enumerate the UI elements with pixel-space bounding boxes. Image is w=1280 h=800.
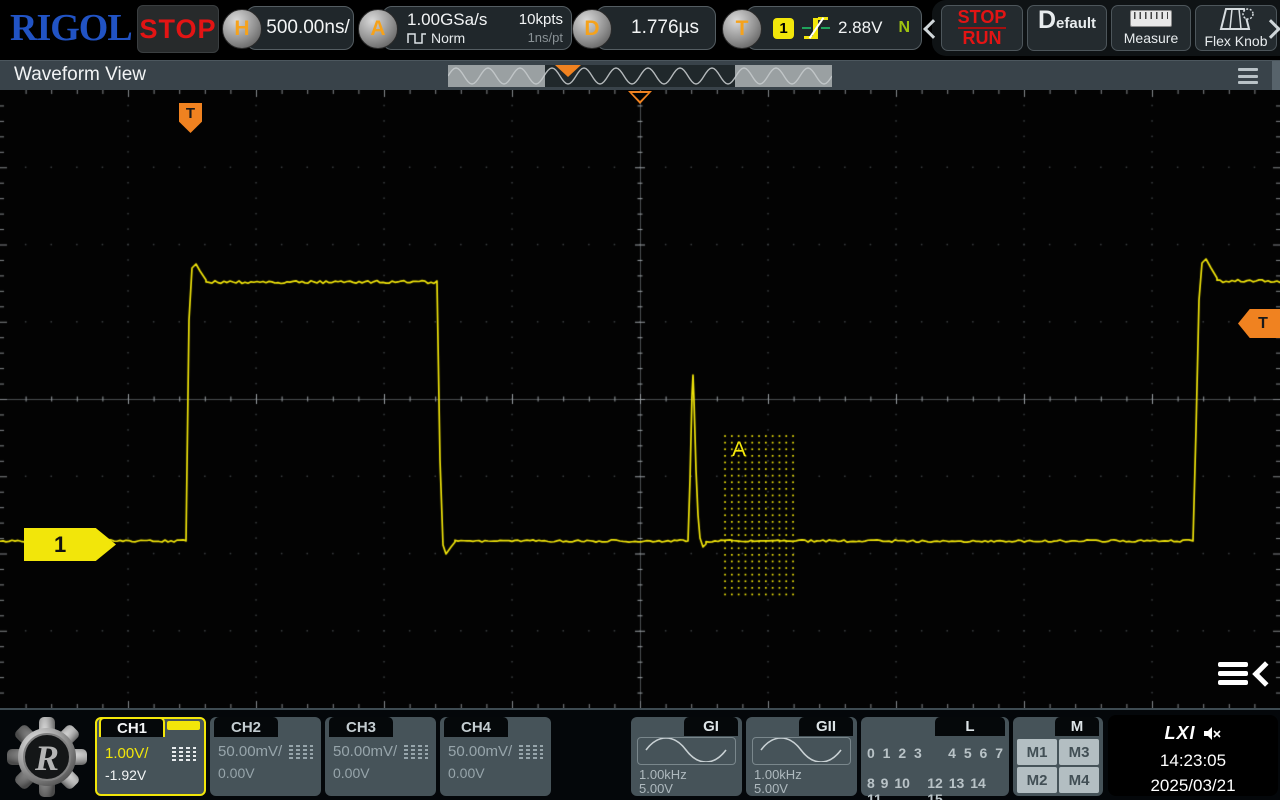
sample-rate: 1.00GSa/s bbox=[407, 11, 487, 29]
default-initial: D bbox=[1038, 6, 1056, 35]
rigol-gear-logo: R bbox=[5, 715, 89, 799]
status-clock-block[interactable]: LXI 14:23:05 2025/03/21 bbox=[1108, 715, 1278, 796]
run-label: RUN bbox=[963, 29, 1002, 48]
math-m1-button[interactable]: M1 bbox=[1017, 739, 1057, 765]
channel4-scale: 50.00mV/ bbox=[448, 743, 512, 760]
trigger-status: N bbox=[898, 19, 910, 37]
channel4-offset: 0.00V bbox=[448, 765, 485, 781]
channel1-tab: CH1 bbox=[99, 717, 165, 737]
acquire-knob[interactable]: A bbox=[358, 9, 398, 49]
logic-tab: L bbox=[935, 717, 1005, 736]
coupling-icon bbox=[289, 745, 313, 761]
measure-button[interactable]: Measure bbox=[1111, 5, 1191, 51]
pulse-wave-icon bbox=[407, 32, 427, 44]
measure-label: Measure bbox=[1124, 30, 1178, 46]
memory-depth: 10kpts bbox=[519, 11, 563, 29]
waveform-navigation-strip[interactable] bbox=[448, 65, 832, 87]
channel3-block[interactable]: CH3 50.00mV/ 0.00V bbox=[325, 717, 436, 796]
horizontal-knob[interactable]: H bbox=[222, 9, 262, 49]
sine-wave-icon bbox=[752, 737, 851, 765]
channel2-block[interactable]: CH2 50.00mV/ 0.00V bbox=[210, 717, 321, 796]
stop-label: STOP bbox=[958, 8, 1007, 29]
graticule-area: T T 1 A bbox=[0, 90, 1280, 708]
coupling-icon bbox=[172, 747, 196, 763]
math-m4-button[interactable]: M4 bbox=[1059, 767, 1099, 793]
channel2-offset: 0.00V bbox=[218, 765, 255, 781]
coupling-icon bbox=[519, 745, 543, 761]
flex-knob-icon bbox=[1218, 7, 1254, 31]
channel3-offset: 0.00V bbox=[333, 765, 370, 781]
menu-collapse-icon[interactable] bbox=[1218, 662, 1274, 685]
header-menu-icon[interactable] bbox=[1238, 68, 1258, 84]
generator2-amp: 5.00V bbox=[754, 781, 788, 796]
horizontal-scale-box[interactable]: 500.00ns/ bbox=[246, 6, 354, 50]
ruler-icon bbox=[1130, 10, 1172, 27]
channel1-scale: 1.00V/ bbox=[105, 745, 148, 762]
acquisition-status-button[interactable]: STOP bbox=[137, 5, 219, 53]
acquire-mode: Norm bbox=[431, 29, 465, 47]
acquire-box[interactable]: 1.00GSa/s 10kpts Norm 1ns/pt bbox=[382, 6, 572, 50]
header-edge-handle bbox=[1272, 61, 1280, 91]
oscilloscope-screen: RIGOL STOP H 500.00ns/ A 1.00GSa/s 10kpt… bbox=[0, 0, 1280, 800]
generator1-tab: GI bbox=[684, 717, 738, 736]
channel3-tab: CH3 bbox=[329, 717, 393, 737]
run-stop-button[interactable]: STOP RUN bbox=[941, 5, 1023, 51]
generator2-freq: 1.00kHz bbox=[754, 767, 802, 782]
resolution: 1ns/pt bbox=[528, 29, 563, 47]
nav-waveform-thumbnail bbox=[448, 65, 832, 87]
page-title: Waveform View bbox=[14, 64, 146, 86]
lxi-logo: LXI bbox=[1164, 723, 1195, 744]
delay-box[interactable]: 1.776µs bbox=[596, 6, 716, 50]
trigger-box[interactable]: 1 2.88V N bbox=[746, 6, 922, 50]
default-button[interactable]: Default bbox=[1027, 5, 1107, 51]
rigol-logo: RIGOL bbox=[10, 6, 132, 50]
math-m3-button[interactable]: M3 bbox=[1059, 739, 1099, 765]
generator2-block[interactable]: GII 1.00kHz 5.00V bbox=[746, 717, 857, 796]
channel1-block[interactable]: CH1 1.00V/ -1.92V bbox=[95, 717, 206, 796]
logic-channels-block[interactable]: L 0 1 2 3 4 5 6 7 8 9 10 11 12 13 14 15 bbox=[861, 717, 1009, 796]
math-block[interactable]: M M1 M3 M2 M4 bbox=[1013, 717, 1103, 796]
math-m2-button[interactable]: M2 bbox=[1017, 767, 1057, 793]
generator1-freq: 1.00kHz bbox=[639, 767, 687, 782]
channel2-scale: 50.00mV/ bbox=[218, 743, 282, 760]
clock-date: 2025/03/21 bbox=[1108, 776, 1278, 796]
generator2-tab: GII bbox=[799, 717, 853, 736]
generator1-block[interactable]: GI 1.00kHz 5.00V bbox=[631, 717, 742, 796]
coupling-icon bbox=[404, 745, 428, 761]
channel2-tab: CH2 bbox=[214, 717, 278, 737]
trigger-knob[interactable]: T bbox=[722, 9, 762, 49]
channel3-scale: 50.00mV/ bbox=[333, 743, 397, 760]
flex-knob-label: Flex Knob bbox=[1204, 33, 1267, 49]
bottom-bar: R CH1 1.00V/ -1.92V CH2 50.00mV/ 0.00V C… bbox=[0, 708, 1280, 800]
speaker-muted-icon bbox=[1203, 726, 1222, 741]
waveform-display[interactable] bbox=[0, 90, 1280, 708]
trigger-level-value: 2.88V bbox=[838, 18, 882, 38]
default-rest: efault bbox=[1056, 15, 1096, 32]
channel4-tab: CH4 bbox=[444, 717, 508, 737]
logic-digits: 0 1 2 3 bbox=[867, 745, 922, 761]
channel1-active-bar bbox=[167, 721, 200, 730]
sine-wave-icon bbox=[637, 737, 736, 765]
generator1-amp: 5.00V bbox=[639, 781, 673, 796]
channel1-offset: -1.92V bbox=[105, 767, 146, 783]
zone-a-label: A bbox=[732, 438, 746, 462]
logic-digits: 4 5 6 7 bbox=[948, 745, 1003, 761]
math-tab: M bbox=[1055, 717, 1099, 736]
trigger-source-badge: 1 bbox=[773, 18, 794, 39]
top-bar: RIGOL STOP H 500.00ns/ A 1.00GSa/s 10kpt… bbox=[0, 0, 1280, 56]
logic-digits: 12 13 14 15 bbox=[927, 775, 1003, 800]
waveform-view-header: Waveform View bbox=[0, 60, 1280, 91]
clock-time: 14:23:05 bbox=[1108, 751, 1278, 771]
svg-text:R: R bbox=[34, 738, 59, 778]
trigger-slope-icon bbox=[802, 13, 830, 43]
logic-digits: 8 9 10 11 bbox=[867, 775, 927, 800]
delay-knob[interactable]: D bbox=[572, 9, 612, 49]
channel4-block[interactable]: CH4 50.00mV/ 0.00V bbox=[440, 717, 551, 796]
